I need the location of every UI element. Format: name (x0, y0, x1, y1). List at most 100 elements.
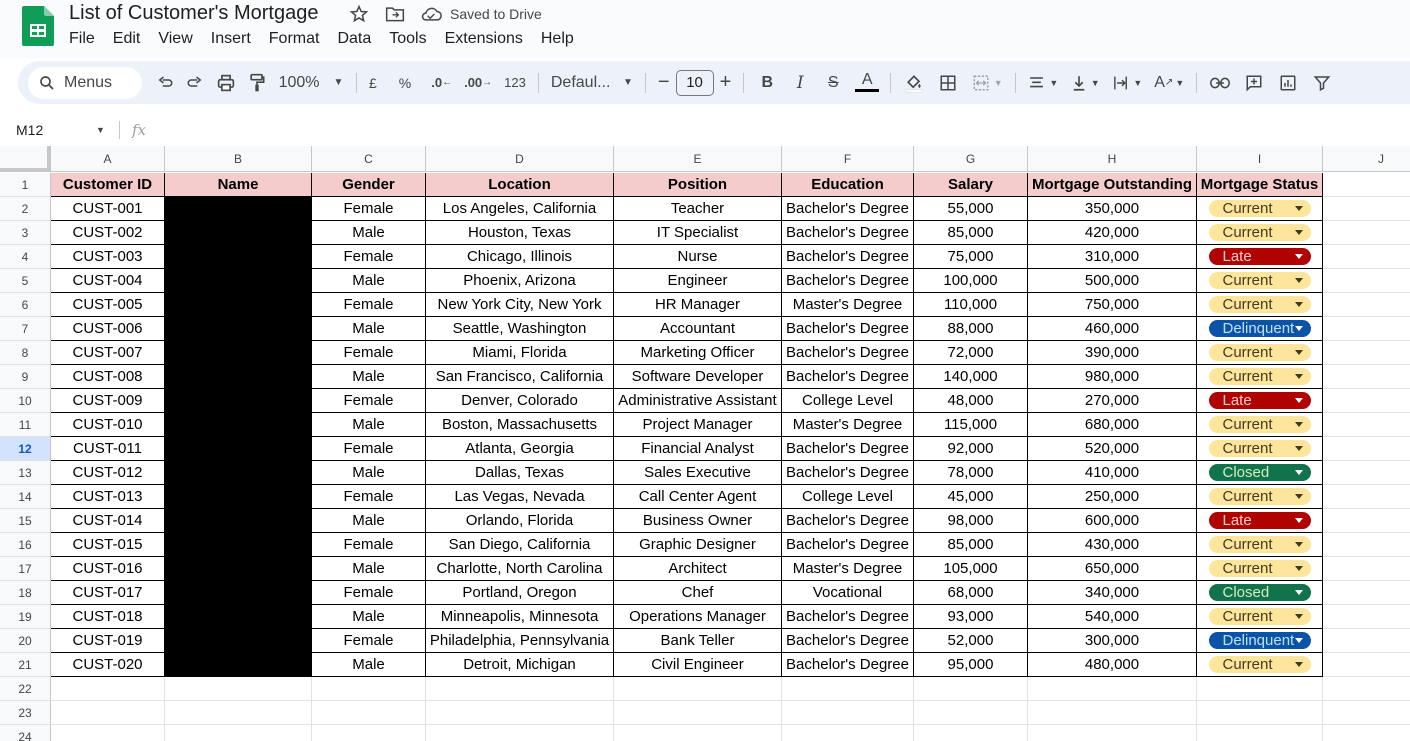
move-folder-icon[interactable] (384, 4, 406, 24)
position-cell[interactable]: Administrative Assistant (614, 389, 782, 413)
empty-cell[interactable] (1323, 581, 1410, 605)
education-cell[interactable]: Bachelor's Degree (782, 629, 914, 653)
salary-cell[interactable]: 48,000 (914, 389, 1028, 413)
redacted-name-cell[interactable] (165, 221, 312, 245)
empty-cell[interactable] (1028, 725, 1197, 741)
empty-cell[interactable] (312, 701, 426, 725)
empty-cell[interactable] (614, 725, 782, 741)
zoom-select[interactable]: 100% ▼ (272, 67, 350, 99)
mortgage-cell[interactable]: 460,000 (1028, 317, 1197, 341)
redacted-name-cell[interactable] (165, 245, 312, 269)
empty-cell[interactable] (1197, 677, 1323, 701)
row-header-9[interactable]: 9 (0, 365, 51, 389)
mortgage-status-cell[interactable]: Current (1197, 269, 1323, 293)
table-header-cell[interactable]: Customer ID (51, 173, 165, 197)
currency-format-button[interactable]: £ (363, 67, 383, 99)
redo-icon[interactable] (180, 67, 210, 99)
gender-cell[interactable]: Female (312, 533, 426, 557)
empty-cell[interactable] (1323, 437, 1410, 461)
position-cell[interactable]: Marketing Officer (614, 341, 782, 365)
empty-cell[interactable] (1197, 725, 1323, 741)
row-header-10[interactable]: 10 (0, 389, 51, 413)
education-cell[interactable]: Bachelor's Degree (782, 221, 914, 245)
empty-cell[interactable] (1323, 509, 1410, 533)
redacted-name-cell[interactable] (165, 629, 312, 653)
mortgage-cell[interactable]: 650,000 (1028, 557, 1197, 581)
mortgage-cell[interactable]: 410,000 (1028, 461, 1197, 485)
mortgage-cell[interactable]: 350,000 (1028, 197, 1197, 221)
gender-cell[interactable]: Female (312, 293, 426, 317)
empty-cell[interactable] (312, 677, 426, 701)
salary-cell[interactable]: 75,000 (914, 245, 1028, 269)
education-cell[interactable]: Bachelor's Degree (782, 437, 914, 461)
column-header-e[interactable]: E (614, 146, 782, 172)
position-cell[interactable]: HR Manager (614, 293, 782, 317)
salary-cell[interactable]: 52,000 (914, 629, 1028, 653)
id-cell[interactable]: CUST-002 (51, 221, 165, 245)
redacted-name-cell[interactable] (165, 509, 312, 533)
mortgage-status-cell[interactable]: Late (1197, 509, 1323, 533)
empty-cell[interactable] (1028, 677, 1197, 701)
mortgage-status-cell[interactable]: Current (1197, 197, 1323, 221)
row-header-1[interactable]: 1 (0, 173, 51, 197)
salary-cell[interactable]: 140,000 (914, 365, 1028, 389)
menu-tools[interactable]: Tools (380, 29, 435, 49)
empty-cell[interactable] (1323, 365, 1410, 389)
id-cell[interactable]: CUST-009 (51, 389, 165, 413)
redacted-name-cell[interactable] (165, 341, 312, 365)
cloud-done-icon[interactable] (420, 4, 442, 24)
status-chip[interactable]: Current (1208, 656, 1311, 673)
mortgage-status-cell[interactable]: Current (1197, 653, 1323, 677)
menu-data[interactable]: Data (328, 29, 380, 49)
mortgage-cell[interactable]: 340,000 (1028, 581, 1197, 605)
table-header-cell[interactable]: Position (614, 173, 782, 197)
empty-cell[interactable] (1028, 701, 1197, 725)
salary-cell[interactable]: 93,000 (914, 605, 1028, 629)
formula-input[interactable] (146, 118, 1410, 142)
redacted-name-cell[interactable] (165, 197, 312, 221)
position-cell[interactable]: Operations Manager (614, 605, 782, 629)
gender-cell[interactable]: Female (312, 197, 426, 221)
position-cell[interactable]: Teacher (614, 197, 782, 221)
horizontal-align-icon[interactable]: ▼ (1022, 67, 1064, 99)
borders-icon[interactable] (931, 67, 965, 99)
row-header-20[interactable]: 20 (0, 629, 51, 653)
position-cell[interactable]: Call Center Agent (614, 485, 782, 509)
sheets-logo-icon[interactable] (22, 6, 54, 46)
redacted-name-cell[interactable] (165, 413, 312, 437)
position-cell[interactable]: Civil Engineer (614, 653, 782, 677)
id-cell[interactable]: CUST-018 (51, 605, 165, 629)
insert-link-icon[interactable] (1203, 67, 1237, 99)
position-cell[interactable]: Financial Analyst (614, 437, 782, 461)
empty-cell[interactable] (426, 701, 614, 725)
id-cell[interactable]: CUST-006 (51, 317, 165, 341)
name-box[interactable]: M12 ▼ (0, 116, 115, 144)
more-formats-button[interactable]: 123 (498, 67, 532, 99)
location-cell[interactable]: Denver, Colorado (426, 389, 614, 413)
table-header-cell[interactable]: Name (165, 173, 312, 197)
column-header-j[interactable]: J (1323, 146, 1410, 172)
location-cell[interactable]: New York City, New York (426, 293, 614, 317)
redacted-name-cell[interactable] (165, 461, 312, 485)
gender-cell[interactable]: Male (312, 317, 426, 341)
id-cell[interactable]: CUST-008 (51, 365, 165, 389)
status-chip[interactable]: Late (1208, 392, 1311, 409)
salary-cell[interactable]: 45,000 (914, 485, 1028, 509)
education-cell[interactable]: Vocational (782, 581, 914, 605)
empty-cell[interactable] (1323, 221, 1410, 245)
location-cell[interactable]: Chicago, Illinois (426, 245, 614, 269)
id-cell[interactable]: CUST-004 (51, 269, 165, 293)
empty-cell[interactable] (782, 725, 914, 741)
menu-search[interactable]: Menus (28, 66, 142, 99)
text-wrapping-icon[interactable]: ▼ (1106, 67, 1148, 99)
gender-cell[interactable]: Male (312, 653, 426, 677)
empty-cell[interactable] (1323, 317, 1410, 341)
filter-icon[interactable] (1305, 67, 1339, 99)
empty-cell[interactable] (1323, 293, 1410, 317)
row-header-23[interactable]: 23 (0, 701, 51, 725)
empty-cell[interactable] (51, 677, 165, 701)
menu-help[interactable]: Help (532, 29, 583, 49)
id-cell[interactable]: CUST-020 (51, 653, 165, 677)
strikethrough-icon[interactable]: S (816, 67, 850, 99)
status-chip[interactable]: Current (1208, 536, 1311, 553)
